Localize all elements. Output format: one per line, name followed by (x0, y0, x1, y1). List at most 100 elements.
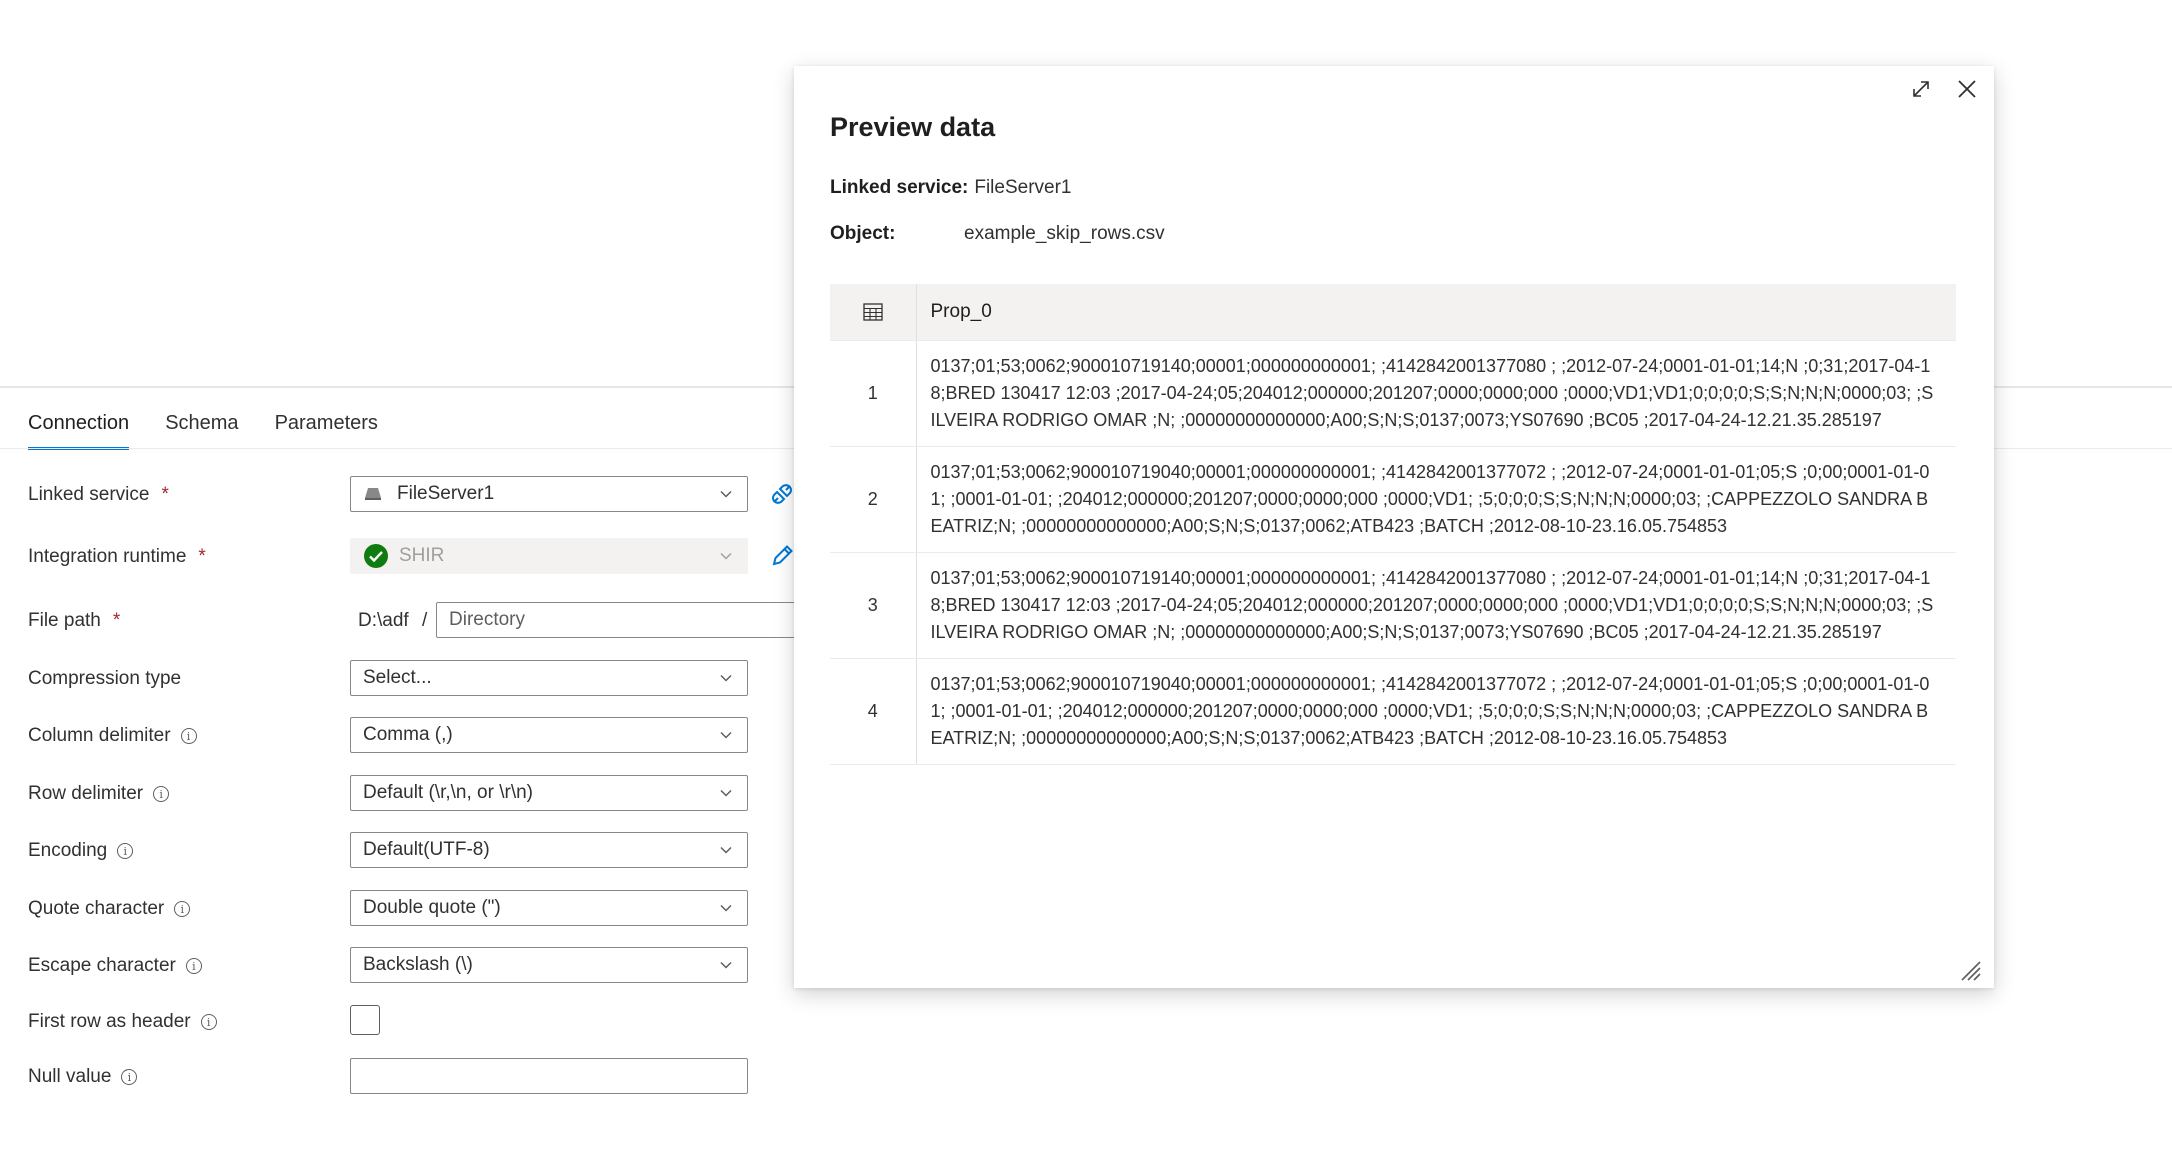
cell-value: 0137;01;53;0062;900010719140;00001;00000… (916, 340, 1956, 447)
row-index: 3 (830, 552, 917, 659)
linked-service-meta-value: FileServer1 (974, 177, 1072, 198)
column-header-prop-0[interactable]: Prop_0 (916, 284, 1956, 341)
first-row-header-label: First row as header i (28, 1011, 217, 1033)
quote-character-select[interactable]: Double quote (") (350, 890, 748, 926)
linked-service-label-text: Linked service (28, 484, 150, 505)
row-delimiter-row: Row delimiter i Default (\r,\n, or \r\n) (28, 775, 788, 815)
chevron-down-icon (720, 674, 732, 682)
directory-input[interactable]: Directory (436, 602, 836, 638)
file-path-separator: / (422, 610, 428, 631)
compression-type-value: Select... (363, 667, 432, 688)
chevron-down-icon (720, 904, 732, 912)
info-icon[interactable]: i (200, 1014, 217, 1030)
compression-type-row: Compression type Select... (28, 660, 788, 700)
linked-service-select[interactable]: FileServer1 (350, 476, 748, 512)
info-icon[interactable]: i (174, 901, 191, 917)
info-icon[interactable]: i (180, 728, 197, 744)
row-index: 4 (830, 658, 917, 765)
integration-runtime-value: SHIR (399, 545, 445, 566)
object-meta-key: Object: (830, 223, 896, 244)
properties-tabs: Connection Schema Parameters (28, 400, 378, 450)
compression-type-label: Compression type (28, 668, 181, 690)
null-value-input[interactable] (350, 1058, 748, 1094)
encoding-value: Default(UTF-8) (363, 839, 490, 860)
chevron-down-icon (720, 961, 732, 969)
null-value-row: Null value i (28, 1058, 788, 1098)
table-row: 2 0137;01;53;0062;900010719040;00001;000… (830, 446, 1956, 553)
cell-value: 0137;01;53;0062;900010719140;00001;00000… (916, 552, 1956, 659)
first-row-header-label-text: First row as header (28, 1011, 191, 1032)
info-icon[interactable]: i (121, 1069, 138, 1085)
column-delimiter-select[interactable]: Comma (,) (350, 717, 748, 753)
test-connection-icon[interactable] (768, 480, 796, 508)
row-delimiter-label-text: Row delimiter (28, 783, 144, 804)
escape-character-label: Escape character i (28, 955, 202, 977)
expand-icon[interactable] (1906, 74, 1936, 104)
file-path-label: File path * (28, 610, 120, 632)
dialog-title: Preview data (830, 112, 996, 142)
tab-parameters[interactable]: Parameters (275, 400, 378, 450)
first-row-header-checkbox[interactable] (350, 1005, 380, 1035)
chevron-down-icon (720, 846, 732, 854)
encoding-select[interactable]: Default(UTF-8) (350, 832, 748, 868)
quote-character-label-text: Quote character (28, 898, 165, 919)
escape-character-select[interactable]: Backslash (\) (350, 947, 748, 983)
column-delimiter-label: Column delimiter i (28, 725, 197, 747)
chevron-down-icon (720, 731, 732, 739)
row-index-header (830, 284, 917, 341)
table-header-row: Prop_0 (830, 284, 1956, 341)
cell-value: 0137;01;53;0062;900010719040;00001;00000… (916, 658, 1956, 765)
compression-type-label-text: Compression type (28, 668, 182, 689)
required-mark: * (161, 484, 169, 505)
server-icon (365, 488, 381, 500)
integration-runtime-label-text: Integration runtime (28, 546, 187, 567)
compression-type-select[interactable]: Select... (350, 660, 748, 696)
row-index: 1 (830, 340, 917, 447)
null-value-label: Null value i (28, 1066, 138, 1088)
column-delimiter-label-text: Column delimiter (28, 725, 171, 746)
null-value-label-text: Null value (28, 1066, 112, 1087)
preview-table: Prop_0 1 0137;01;53;0062;900010719140;00… (830, 284, 1956, 765)
required-mark: * (112, 610, 121, 631)
integration-runtime-label: Integration runtime * (28, 546, 206, 568)
table-row: 3 0137;01;53;0062;900010719140;00001;000… (830, 552, 1956, 659)
escape-character-label-text: Escape character (28, 955, 176, 976)
info-icon[interactable]: i (153, 786, 170, 802)
linked-service-row: Linked service * FileServer1 (28, 476, 792, 516)
linked-service-meta: Linked service: FileServer1 (830, 177, 1072, 199)
integration-runtime-row: Integration runtime * SHIR (28, 538, 793, 578)
linked-service-meta-key: Linked service: (830, 177, 969, 198)
preview-data-dialog: Preview data Linked service: FileServer1… (794, 66, 1994, 988)
tab-connection[interactable]: Connection (28, 400, 130, 450)
integration-runtime-select[interactable]: SHIR (350, 538, 748, 574)
tab-schema[interactable]: Schema (165, 400, 238, 450)
object-meta: Object: example_skip_rows.csv (830, 223, 1165, 245)
first-row-header-row: First row as header i (28, 1003, 788, 1043)
column-delimiter-row: Column delimiter i Comma (,) (28, 717, 788, 757)
quote-character-value: Double quote (") (363, 897, 501, 918)
column-delimiter-value: Comma (,) (363, 724, 453, 745)
info-icon[interactable]: i (117, 843, 134, 859)
info-icon[interactable]: i (185, 958, 202, 974)
linked-service-label: Linked service * (28, 484, 169, 506)
directory-placeholder: Directory (449, 609, 526, 630)
row-delimiter-label: Row delimiter i (28, 783, 170, 805)
row-delimiter-value: Default (\r,\n, or \r\n) (363, 782, 533, 803)
resize-grip-icon[interactable] (1958, 958, 1982, 982)
quote-character-row: Quote character i Double quote (") (28, 890, 788, 930)
required-mark: * (198, 546, 206, 567)
quote-character-label: Quote character i (28, 898, 191, 920)
file-path-root: D:\adf (358, 610, 409, 631)
table-grid-icon (863, 303, 883, 321)
row-delimiter-select[interactable]: Default (\r,\n, or \r\n) (350, 775, 748, 811)
object-meta-value: example_skip_rows.csv (964, 223, 1165, 244)
table-row: 4 0137;01;53;0062;900010719040;00001;000… (830, 658, 1956, 765)
edit-pencil-icon[interactable] (768, 542, 796, 570)
row-index: 2 (830, 446, 917, 553)
escape-character-value: Backslash (\) (363, 954, 473, 975)
close-icon[interactable] (1952, 74, 1982, 104)
encoding-row: Encoding i Default(UTF-8) (28, 832, 788, 872)
cell-value: 0137;01;53;0062;900010719040;00001;00000… (916, 446, 1956, 553)
check-circle-icon (364, 544, 388, 568)
file-path-row: File path * D:\adf / Directory (28, 602, 836, 642)
